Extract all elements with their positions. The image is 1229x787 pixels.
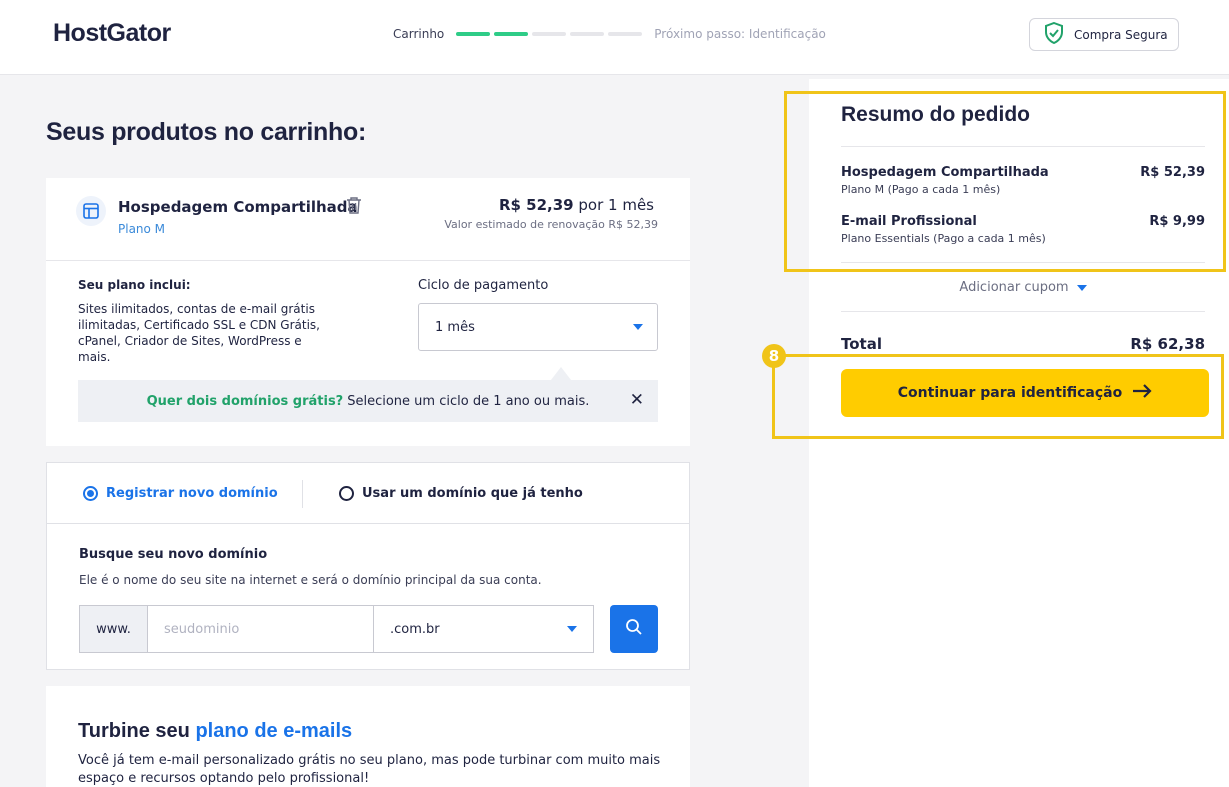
top-bar: HostGator Carrinho Próximo passo: Identi… xyxy=(0,0,1229,75)
radio-register-new-domain[interactable]: Registrar novo domínio xyxy=(83,486,278,501)
email-upsell-card: Turbine seu plano de e-mails Você já tem… xyxy=(46,686,690,787)
add-coupon-link[interactable]: Adicionar cupom xyxy=(841,280,1205,295)
highlight-box-summary xyxy=(784,91,1226,272)
chevron-down-icon xyxy=(567,626,577,632)
divider xyxy=(841,311,1205,312)
progress-segment xyxy=(494,32,529,36)
plan-includes-title: Seu plano inclui: xyxy=(78,278,191,292)
www-prefix: www. xyxy=(79,605,148,653)
progress-segment xyxy=(608,32,643,36)
step-next-label: Próximo passo: Identificação xyxy=(654,27,826,41)
total-label: Total xyxy=(841,335,882,353)
payment-cycle-select[interactable]: 1 mês xyxy=(418,303,658,351)
progress-segment xyxy=(570,32,605,36)
step-current-label: Carrinho xyxy=(393,27,445,41)
add-coupon-label: Adicionar cupom xyxy=(959,280,1069,295)
payment-cycle-label: Ciclo de pagamento xyxy=(418,278,549,293)
secure-label: Compra Segura xyxy=(1074,27,1168,42)
promo-pointer xyxy=(551,367,571,380)
product-name: Hospedagem Compartilhada xyxy=(118,198,358,216)
radio-label: Registrar novo domínio xyxy=(106,486,278,501)
page-title: Seus produtos no carrinho: xyxy=(46,118,366,146)
product-plan: Plano M xyxy=(118,222,166,236)
chevron-down-icon xyxy=(633,324,643,330)
tld-value: .com.br xyxy=(390,621,440,637)
close-icon[interactable]: ✕ xyxy=(630,390,644,410)
highlight-box-cta xyxy=(772,354,1224,439)
domain-card: Registrar novo domínio Usar um domínio q… xyxy=(46,462,690,670)
promo-text: Selecione um ciclo de 1 ano ou mais. xyxy=(347,393,590,409)
product-card: Hospedagem Compartilhada Plano M R$ 52,3… xyxy=(46,178,690,446)
radio-use-existing-domain[interactable]: Usar um domínio que já tenho xyxy=(339,486,583,501)
trash-icon[interactable] xyxy=(346,196,362,218)
email-upsell-title-highlight: plano de e-mails xyxy=(195,720,353,742)
renewal-estimate: Valor estimado de renovação R$ 52,39 xyxy=(444,218,658,231)
free-domains-promo: Quer dois domínios grátis? Selecione um … xyxy=(78,380,658,422)
domain-search-row: www. .com.br xyxy=(79,605,658,653)
product-price-value: R$ 52,39 xyxy=(498,196,574,214)
progress-segment xyxy=(532,32,567,36)
domain-search-description: Ele é o nome do seu site na internet e s… xyxy=(79,573,542,587)
domain-search-title: Busque seu novo domínio xyxy=(79,547,268,562)
divider xyxy=(46,260,690,261)
email-upsell-title-prefix: Turbine seu xyxy=(78,720,190,742)
email-upsell-description: Você já tem e-mail personalizado grátis … xyxy=(78,753,661,786)
radio-unselected-icon xyxy=(339,486,354,501)
payment-cycle-value: 1 mês xyxy=(435,319,475,335)
layout-icon xyxy=(76,196,106,226)
hostgator-logo[interactable]: HostGator xyxy=(53,19,171,48)
total-value: R$ 62,38 xyxy=(1130,335,1205,353)
plan-includes-text: Sites ilimitados, contas de e-mail gráti… xyxy=(78,302,320,364)
email-upsell-title: Turbine seu plano de e-mails xyxy=(78,720,352,743)
product-price: R$ 52,39 por 1 mês xyxy=(499,196,654,214)
domain-option-tabs: Registrar novo domínio Usar um domínio q… xyxy=(47,463,689,524)
shield-check-icon xyxy=(1044,21,1064,47)
order-total: Total R$ 62,38 xyxy=(841,335,1205,353)
product-price-period: por 1 mês xyxy=(578,196,654,214)
chevron-down-icon xyxy=(1076,284,1087,291)
secure-purchase-badge: Compra Segura xyxy=(1029,18,1179,51)
domain-input[interactable] xyxy=(148,605,374,653)
promo-highlight: Quer dois domínios grátis? xyxy=(146,393,344,409)
radio-selected-icon xyxy=(83,486,98,501)
divider xyxy=(302,480,303,508)
tld-select[interactable]: .com.br xyxy=(374,605,594,653)
search-icon xyxy=(625,618,643,640)
radio-label: Usar um domínio que já tenho xyxy=(362,486,583,501)
progress-bar xyxy=(456,32,643,36)
progress-segment xyxy=(456,32,491,36)
checkout-progress: Carrinho Próximo passo: Identificação xyxy=(393,27,826,41)
step-number-badge: 8 xyxy=(762,344,786,368)
domain-search-button[interactable] xyxy=(610,605,658,653)
